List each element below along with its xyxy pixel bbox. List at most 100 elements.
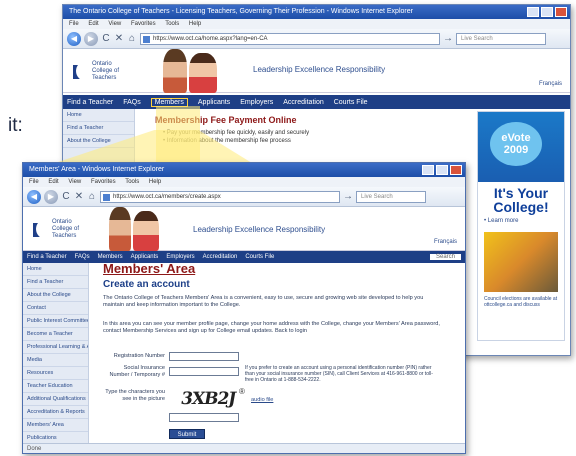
- maximize-button[interactable]: [436, 165, 448, 175]
- refresh-icon[interactable]: C: [101, 33, 111, 44]
- francais-link[interactable]: Français: [434, 239, 457, 245]
- front-window-titlebar: Members' Area - Windows Internet Explore…: [23, 163, 465, 177]
- create-account-heading: Create an account: [103, 279, 190, 290]
- captcha-input[interactable]: [169, 413, 239, 422]
- captcha-audio-link[interactable]: audio file: [251, 397, 273, 403]
- logo-line: Ontario: [52, 219, 72, 225]
- nav-employers[interactable]: Employers: [240, 99, 273, 106]
- registration-number-input[interactable]: [169, 352, 239, 361]
- menu-help[interactable]: Help: [149, 179, 161, 185]
- sin-help-text: If you prefer to create an account using…: [245, 365, 433, 383]
- menu-file[interactable]: File: [69, 21, 79, 27]
- info-paragraph: In this area you can see your member pro…: [103, 321, 440, 334]
- left-nav-item[interactable]: Media: [23, 354, 88, 367]
- nav-members[interactable]: Members: [98, 254, 123, 260]
- menu-tools[interactable]: Tools: [165, 21, 179, 27]
- back-arrow-icon[interactable]: ◀: [27, 189, 41, 204]
- menu-file[interactable]: File: [29, 179, 39, 185]
- logo-line: College of: [52, 226, 80, 232]
- captcha-refresh-icon[interactable]: ®: [239, 387, 245, 396]
- left-nav-item[interactable]: Contact: [23, 302, 88, 315]
- nav-members[interactable]: Members: [150, 97, 188, 107]
- left-nav-item[interactable]: Additional Qualifications: [23, 393, 88, 406]
- header-tagline: Leadership Excellence Responsibility: [253, 65, 386, 74]
- college-logo-text: Ontario College of Teachers: [92, 61, 119, 82]
- nav-faqs[interactable]: FAQs: [123, 99, 141, 106]
- site-search-input[interactable]: Search: [429, 254, 461, 260]
- header-photo: [109, 207, 159, 251]
- left-nav-item[interactable]: Public Interest Committee: [23, 315, 88, 328]
- forward-arrow-icon[interactable]: ▶: [44, 189, 58, 204]
- minimize-button[interactable]: [527, 7, 539, 17]
- front-browser-window: Members' Area - Windows Internet Explore…: [22, 162, 466, 454]
- minimize-button[interactable]: [422, 165, 434, 175]
- left-nav-item[interactable]: Become a Teacher: [23, 328, 88, 341]
- menu-view[interactable]: View: [68, 179, 81, 185]
- nav-accreditation[interactable]: Accreditation: [283, 99, 323, 106]
- back-menubar: File Edit View Favorites Tools Help: [63, 19, 570, 29]
- left-nav-item[interactable]: Teacher Education: [23, 380, 88, 393]
- francais-link[interactable]: Français: [539, 81, 562, 87]
- student-photo: [189, 53, 217, 93]
- back-window-titlebar: The Ontario College of Teachers - Licens…: [63, 5, 570, 19]
- header-photo: [163, 49, 217, 93]
- nav-applicants[interactable]: Applicants: [198, 99, 230, 106]
- home-icon[interactable]: ⌂: [87, 191, 97, 202]
- left-nav-item[interactable]: Find a Teacher: [23, 276, 88, 289]
- back-address-bar[interactable]: https://www.oct.ca/home.aspx?lang=en-CA: [140, 32, 440, 45]
- forward-arrow-icon[interactable]: ▶: [84, 31, 98, 46]
- nav-courts-file[interactable]: Courts File: [334, 99, 368, 106]
- back-search-box[interactable]: Live Search: [456, 32, 546, 45]
- college-logo: Ontario College of Teachers: [33, 219, 79, 240]
- stop-icon[interactable]: ✕: [114, 33, 124, 44]
- stop-icon[interactable]: ✕: [74, 191, 84, 202]
- window-controls: [422, 165, 462, 175]
- refresh-icon[interactable]: C: [61, 191, 71, 202]
- close-button[interactable]: [450, 165, 462, 175]
- evote-ad[interactable]: eVote 2009 It's Your College! • Learn mo…: [477, 111, 565, 341]
- ad-learn-more-link[interactable]: • Learn more: [478, 214, 564, 228]
- menu-favorites[interactable]: Favorites: [91, 179, 116, 185]
- ad-headline-line: It's Your: [493, 185, 549, 201]
- nav-employers[interactable]: Employers: [166, 254, 194, 260]
- nav-find-teacher[interactable]: Find a Teacher: [67, 99, 113, 106]
- menu-view[interactable]: View: [108, 21, 121, 27]
- menu-favorites[interactable]: Favorites: [131, 21, 156, 27]
- menu-edit[interactable]: Edit: [48, 179, 58, 185]
- nav-accreditation[interactable]: Accreditation: [203, 254, 238, 260]
- ad-headline-line: College!: [493, 199, 549, 215]
- nav-courts-file[interactable]: Courts File: [245, 254, 274, 260]
- captcha-label: Type the characters you see in the pictu…: [105, 389, 165, 402]
- menu-edit[interactable]: Edit: [88, 21, 98, 27]
- go-icon[interactable]: →: [443, 33, 453, 44]
- menu-help[interactable]: Help: [189, 21, 201, 27]
- close-button[interactable]: [555, 7, 567, 17]
- nav-find-teacher[interactable]: Find a Teacher: [27, 254, 67, 260]
- nav-applicants[interactable]: Applicants: [131, 254, 159, 260]
- go-icon[interactable]: →: [343, 191, 353, 202]
- intro-text: it:: [8, 115, 23, 136]
- left-nav-item[interactable]: About the College: [23, 289, 88, 302]
- left-nav-item[interactable]: Home: [23, 263, 88, 276]
- captcha-image: 3XB2J: [179, 389, 238, 409]
- left-nav-item[interactable]: Resources: [23, 367, 88, 380]
- back-arrow-icon[interactable]: ◀: [67, 31, 81, 46]
- left-nav-item[interactable]: Home: [63, 109, 134, 122]
- left-nav-item[interactable]: Members' Area: [23, 419, 88, 432]
- front-window-title: Members' Area - Windows Internet Explore…: [29, 166, 165, 173]
- submit-button[interactable]: Submit: [169, 429, 205, 439]
- front-address-bar[interactable]: https://www.oct.ca/members/create.aspx: [100, 190, 340, 203]
- nav-faqs[interactable]: FAQs: [75, 254, 90, 260]
- sin-input[interactable]: [169, 367, 239, 376]
- front-search-box[interactable]: Live Search: [356, 190, 426, 203]
- sin-label: Social Insurance Number / Temporary #: [109, 365, 165, 378]
- student-photo: [109, 207, 131, 251]
- left-nav-item[interactable]: Accreditation & Reports: [23, 406, 88, 419]
- menu-tools[interactable]: Tools: [125, 179, 139, 185]
- maximize-button[interactable]: [541, 7, 553, 17]
- home-icon[interactable]: ⌂: [127, 33, 137, 44]
- back-site-nav: Find a Teacher FAQs Members Applicants E…: [63, 95, 570, 109]
- left-nav-item[interactable]: Professional Learning & Advocacy: [23, 341, 88, 354]
- left-nav-item[interactable]: Find a Teacher: [63, 122, 134, 135]
- back-site-header: Ontario College of Teachers Leadership E…: [63, 49, 570, 93]
